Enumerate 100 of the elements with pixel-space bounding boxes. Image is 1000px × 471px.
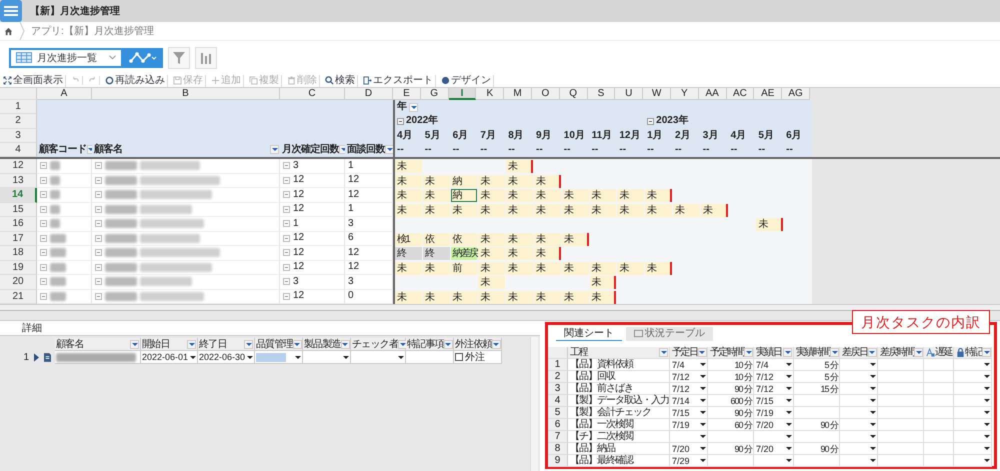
date-field[interactable]: 2022-06-30 [198, 351, 255, 364]
row-header[interactable]: 4 [0, 142, 37, 157]
collapse-icon[interactable] [40, 176, 47, 184]
chart-button[interactable] [195, 46, 217, 68]
collapse-icon[interactable] [95, 234, 102, 242]
status-cell[interactable]: 未 [534, 189, 561, 202]
column-header[interactable]: Y [670, 88, 699, 100]
column-header[interactable]: 実績日 [754, 347, 794, 359]
status-cell[interactable]: 未 [534, 174, 561, 188]
status-cell[interactable]: 未 [534, 232, 561, 246]
dropdown-cell[interactable] [840, 443, 878, 455]
status-cell[interactable]: 納 [450, 189, 478, 202]
dropdown-cell[interactable] [840, 383, 878, 395]
collapse-icon[interactable] [647, 118, 654, 125]
column-header[interactable]: 工程 [568, 347, 670, 359]
row-header[interactable]: 2 [0, 114, 37, 128]
status-cell[interactable]: 未 [590, 276, 616, 289]
row-header[interactable]: 15 [0, 202, 37, 217]
collapse-icon[interactable] [283, 278, 290, 286]
dropdown-cell[interactable]: 7/12 [670, 383, 708, 395]
column-header[interactable]: チェック者 [351, 338, 406, 351]
dropdown-cell[interactable]: 7/15 [670, 407, 708, 419]
status-cell[interactable]: 終 [422, 247, 450, 260]
column-header[interactable]: 特記事項 [406, 338, 454, 351]
status-cell[interactable]: 未 [450, 204, 478, 216]
status-cell[interactable]: 未 [395, 262, 422, 274]
status-cell[interactable]: 未 [617, 204, 644, 216]
status-cell[interactable]: 未 [478, 290, 506, 304]
collapse-icon[interactable] [40, 191, 47, 198]
status-cell[interactable]: 未 [645, 204, 672, 216]
status-cell[interactable]: 未 [672, 204, 700, 216]
dropdown-cell[interactable] [840, 359, 878, 371]
row-header[interactable]: 14 [0, 188, 37, 202]
dropdown-cell[interactable] [954, 407, 992, 419]
detail-tab[interactable]: 詳細 [0, 321, 54, 335]
dropdown-icon[interactable] [409, 102, 418, 112]
column-header[interactable]: W [643, 88, 671, 100]
collapse-icon[interactable] [95, 249, 102, 256]
dropdown-cell[interactable] [754, 431, 794, 443]
collapse-icon[interactable] [283, 264, 290, 271]
filter-button[interactable] [168, 46, 190, 68]
status-cell[interactable]: 未 [700, 204, 728, 216]
collapse-icon[interactable] [40, 249, 47, 256]
column-header[interactable]: O [532, 88, 560, 100]
status-cell[interactable]: 未 [478, 204, 506, 216]
collapse-icon[interactable] [40, 220, 47, 228]
status-cell[interactable]: 前 [450, 262, 478, 274]
status-cell[interactable]: 終 [395, 247, 422, 260]
row-header[interactable]: 8 [548, 443, 568, 455]
status-cell[interactable]: 未 [422, 262, 450, 274]
status-cell[interactable]: 納 [450, 174, 478, 188]
row-header[interactable]: 2 [548, 371, 568, 383]
dropdown-cell[interactable]: 7/29 [670, 455, 708, 467]
status-cell[interactable]: 未 [395, 160, 422, 173]
column-header[interactable]: 顧客名 [55, 338, 141, 351]
status-cell[interactable]: 未 [617, 262, 644, 274]
row-header[interactable]: 19 [0, 260, 37, 275]
status-cell[interactable]: 未 [590, 262, 616, 274]
dropdown-cell[interactable]: 7/12 [754, 371, 794, 383]
row-header[interactable]: 18 [0, 246, 37, 260]
status-cell[interactable]: 未 [478, 232, 506, 246]
row-header[interactable]: 9 [548, 455, 568, 467]
row-header[interactable]: 3 [548, 383, 568, 395]
collapse-icon[interactable] [95, 292, 102, 300]
status-cell[interactable]: 未 [534, 290, 561, 304]
row-header[interactable]: 3 [0, 128, 37, 143]
dropdown-field[interactable] [303, 351, 351, 364]
collapse-icon[interactable] [95, 220, 102, 228]
status-cell[interactable]: 未 [478, 247, 506, 260]
status-cell[interactable]: 未 [506, 290, 533, 304]
row-header[interactable]: 13 [0, 174, 37, 188]
collapse-icon[interactable] [95, 162, 102, 170]
status-cell[interactable]: 未 [395, 204, 422, 216]
dropdown-cell[interactable] [954, 443, 992, 455]
collapse-icon[interactable] [95, 278, 102, 286]
status-cell[interactable]: 未 [506, 262, 533, 274]
dropdown-cell[interactable] [954, 383, 992, 395]
scrollbar[interactable] [530, 337, 538, 471]
status-cell[interactable]: 未 [395, 189, 422, 202]
status-cell[interactable]: 未 [562, 189, 589, 202]
dropdown-cell[interactable] [840, 419, 878, 431]
status-cell[interactable]: 未 [534, 262, 561, 274]
status-cell[interactable]: 未 [450, 290, 478, 304]
status-cell[interactable]: 未 [395, 290, 422, 304]
status-cell[interactable]: 未 [506, 247, 533, 260]
column-header[interactable]: A [37, 88, 92, 100]
status-cell[interactable]: 未 [562, 262, 589, 274]
status-cell[interactable]: 納差戻 [450, 247, 478, 260]
scrollbar[interactable] [0, 304, 1000, 310]
dropdown-cell[interactable] [840, 407, 878, 419]
status-cell[interactable]: 未 [506, 204, 533, 216]
dropdown-cell[interactable]: 7/19 [754, 407, 794, 419]
status-cell[interactable]: 未 [562, 204, 589, 216]
column-header[interactable]: B [92, 88, 280, 100]
collapse-icon[interactable] [283, 206, 290, 213]
status-cell[interactable]: 未 [534, 204, 561, 216]
dropdown-cell[interactable] [670, 431, 708, 443]
column-header[interactable]: AA [698, 88, 727, 100]
dropdown-cell[interactable] [954, 455, 992, 467]
collapse-icon[interactable] [40, 234, 47, 242]
